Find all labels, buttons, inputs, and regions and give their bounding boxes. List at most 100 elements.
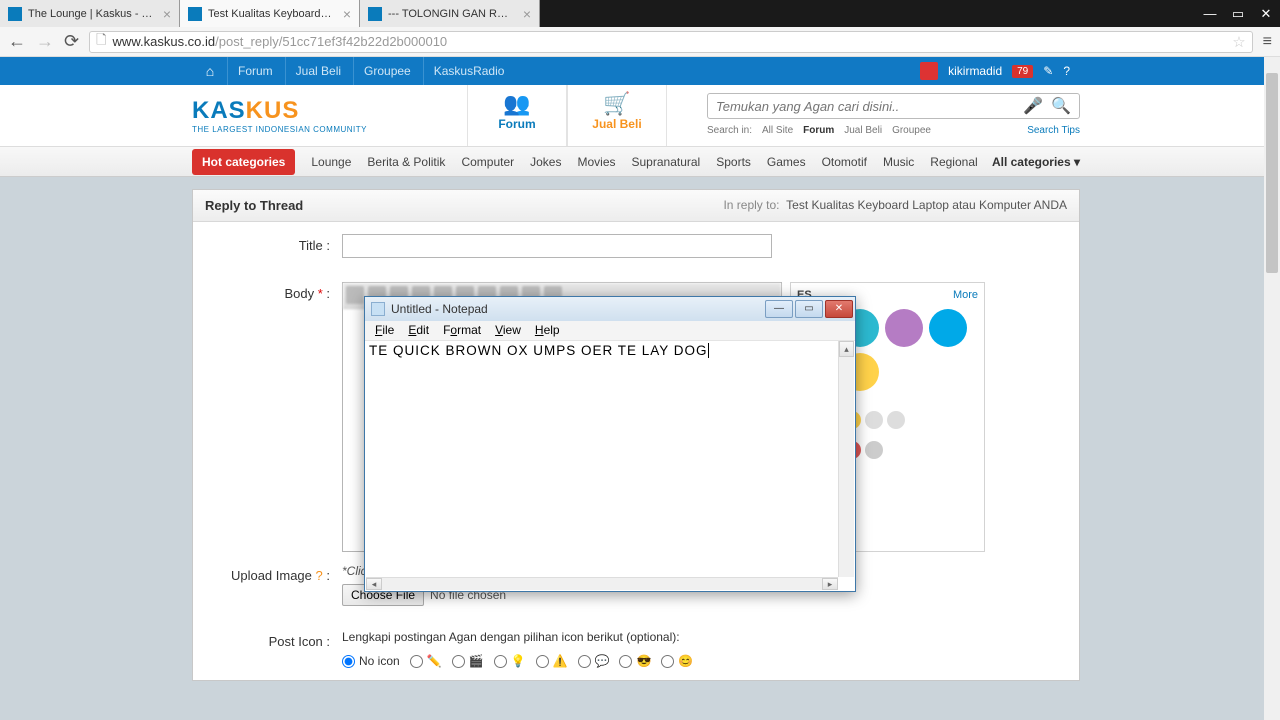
search-scope[interactable]: Jual Beli xyxy=(844,125,882,136)
notepad-hscrollbar[interactable]: ◂▸ xyxy=(366,577,838,590)
notepad-app-icon xyxy=(371,302,385,316)
radio-input[interactable] xyxy=(578,655,591,668)
smiley-icon[interactable] xyxy=(865,441,883,459)
scrollbar-thumb[interactable] xyxy=(1266,73,1278,273)
smiley-icon[interactable] xyxy=(887,411,905,429)
smiley-icon[interactable] xyxy=(929,309,967,347)
category-link[interactable]: Movies xyxy=(569,155,623,169)
title-input[interactable] xyxy=(342,234,772,258)
tab-title: Test Kualitas Keyboard La xyxy=(208,8,333,20)
browser-tab-active[interactable]: Test Kualitas Keyboard La × xyxy=(180,0,360,27)
category-link[interactable]: Regional xyxy=(922,155,985,169)
thread-link[interactable]: Test Kualitas Keyboard Laptop atau Kompu… xyxy=(786,198,1067,212)
notepad-text-content: TE QUICK BROWN OX UMPS OER TE LAY DOG xyxy=(369,343,708,358)
smiley-icon[interactable] xyxy=(885,309,923,347)
back-button[interactable]: ← xyxy=(8,31,26,52)
category-link[interactable]: Supranatural xyxy=(624,155,709,169)
topbar-link[interactable]: Groupee xyxy=(353,57,421,85)
category-link[interactable]: Jokes xyxy=(522,155,569,169)
category-bar: Hot categories Lounge Berita & Politik C… xyxy=(0,147,1280,177)
category-link[interactable]: Lounge xyxy=(303,155,359,169)
topbar-link[interactable]: Forum xyxy=(227,57,283,85)
tab-close-icon[interactable]: × xyxy=(343,6,351,22)
menu-edit[interactable]: Edit xyxy=(402,321,435,340)
all-categories-dropdown[interactable]: All categories xyxy=(992,155,1080,169)
search-icon[interactable]: 🔍 xyxy=(1051,96,1071,116)
posticon-option[interactable]: 😊 xyxy=(661,654,693,668)
notepad-minimize-button[interactable]: — xyxy=(765,300,793,318)
posticon-option[interactable]: 🎬 xyxy=(452,654,484,668)
notepad-vscrollbar[interactable]: ▴ xyxy=(838,341,854,577)
search-scope[interactable]: Groupee xyxy=(892,125,931,136)
window-close-icon[interactable]: ✕ xyxy=(1252,0,1280,27)
posticon-option[interactable]: No icon xyxy=(342,654,400,668)
pencil-icon[interactable]: ✎ xyxy=(1043,64,1053,78)
in-reply-to: In reply to: Test Kualitas Keyboard Lapt… xyxy=(723,198,1067,213)
posticon-option[interactable]: 💬 xyxy=(578,654,610,668)
radio-input[interactable] xyxy=(536,655,549,668)
favicon-icon xyxy=(368,7,382,21)
tab-jualbeli[interactable]: 🛒Jual Beli xyxy=(567,85,667,146)
home-icon[interactable]: ⌂ xyxy=(195,63,225,79)
category-link[interactable]: Computer xyxy=(453,155,522,169)
radio-input[interactable] xyxy=(494,655,507,668)
notepad-window[interactable]: Untitled - Notepad — ▭ ✕ File Edit Forma… xyxy=(364,296,856,592)
posticon-option[interactable]: 💡 xyxy=(494,654,526,668)
browser-menu-icon[interactable]: ≡ xyxy=(1263,33,1272,51)
topbar-link[interactable]: Jual Beli xyxy=(285,57,351,85)
category-link[interactable]: Sports xyxy=(708,155,759,169)
search-tips-link[interactable]: Search Tips xyxy=(1027,125,1080,136)
radio-input[interactable] xyxy=(661,655,674,668)
category-link[interactable]: Games xyxy=(759,155,814,169)
username[interactable]: kikirmadid xyxy=(948,64,1002,78)
site-logo[interactable]: KASKUS THE LARGEST INDONESIAN COMMUNITY xyxy=(192,85,407,146)
notepad-textarea[interactable]: TE QUICK BROWN OX UMPS OER TE LAY DOG xyxy=(365,341,855,577)
category-link[interactable]: Music xyxy=(875,155,922,169)
forward-button[interactable]: → xyxy=(36,31,54,52)
menu-format[interactable]: Format xyxy=(437,321,487,340)
radio-input[interactable] xyxy=(452,655,465,668)
browser-tab[interactable]: The Lounge | Kaskus - The× xyxy=(0,0,180,27)
category-link[interactable]: Berita & Politik xyxy=(359,155,453,169)
tab-close-icon[interactable]: × xyxy=(163,6,171,22)
smiley-icon[interactable] xyxy=(865,411,883,429)
posticon-option[interactable]: ⚠️ xyxy=(536,654,568,668)
window-minimize-icon[interactable]: — xyxy=(1196,0,1224,27)
search-scope-active[interactable]: Forum xyxy=(803,125,834,136)
menu-view[interactable]: View xyxy=(489,321,527,340)
panel-title: Reply to Thread xyxy=(205,198,303,213)
notepad-maximize-button[interactable]: ▭ xyxy=(795,300,823,318)
scroll-right-icon[interactable]: ▸ xyxy=(822,578,838,590)
mic-icon[interactable]: 🎤 xyxy=(1023,96,1043,116)
notepad-titlebar[interactable]: Untitled - Notepad — ▭ ✕ xyxy=(365,297,855,321)
logo-text: KUS xyxy=(246,97,300,124)
tab-close-icon[interactable]: × xyxy=(523,6,531,22)
posticon-option[interactable]: 😎 xyxy=(619,654,651,668)
scroll-up-icon[interactable]: ▴ xyxy=(839,341,854,357)
tab-forum[interactable]: 👥Forum xyxy=(467,85,567,146)
address-bar[interactable]: 🗋 www.kaskus.co.id/post_reply/51cc71ef3f… xyxy=(89,31,1253,53)
radio-input[interactable] xyxy=(410,655,423,668)
menu-file[interactable]: File xyxy=(369,321,400,340)
posticon-option[interactable]: ✏️ xyxy=(410,654,442,668)
category-link[interactable]: Otomotif xyxy=(814,155,875,169)
notepad-close-button[interactable]: ✕ xyxy=(825,300,853,318)
menu-help[interactable]: Help xyxy=(529,321,566,340)
page-scrollbar[interactable] xyxy=(1264,57,1280,720)
search-in-label: Search in: xyxy=(707,125,752,136)
search-input[interactable] xyxy=(716,99,1023,114)
window-maximize-icon[interactable]: ▭ xyxy=(1224,0,1252,27)
help-icon[interactable]: ? xyxy=(1063,64,1070,78)
bookmark-star-icon[interactable]: ☆ xyxy=(1232,33,1245,51)
radio-input[interactable] xyxy=(342,655,355,668)
hot-categories-button[interactable]: Hot categories xyxy=(192,149,295,175)
reload-button[interactable]: ⟳ xyxy=(64,31,79,52)
notification-badge[interactable]: 79 xyxy=(1012,65,1033,78)
avatar[interactable] xyxy=(920,62,938,80)
search-scope[interactable]: All Site xyxy=(762,125,793,136)
radio-input[interactable] xyxy=(619,655,632,668)
scroll-left-icon[interactable]: ◂ xyxy=(366,578,382,590)
smilies-more-link[interactable]: More xyxy=(953,289,978,301)
topbar-link[interactable]: KaskusRadio xyxy=(423,57,515,85)
browser-tab[interactable]: --- TOLONGIN GAN RUM× xyxy=(360,0,540,27)
